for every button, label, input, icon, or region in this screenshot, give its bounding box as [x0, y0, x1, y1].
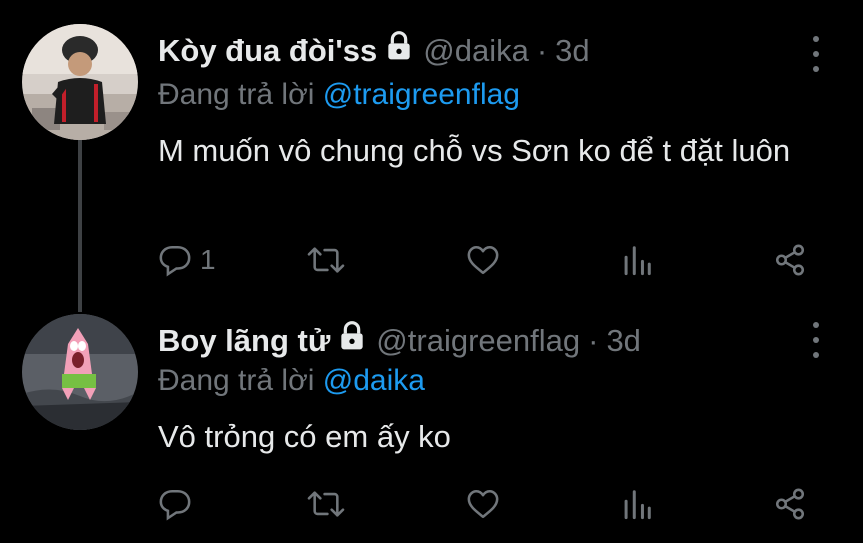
avatar-image	[22, 314, 138, 430]
tweet-1[interactable]: Kòy đua đòi'ss @daika · 3d Đang trả lời …	[0, 0, 863, 290]
retweet-icon	[307, 247, 345, 273]
replying-to-label: Đang trả lời	[158, 364, 315, 397]
share-button[interactable]	[773, 484, 807, 524]
tweet-text: Vô trỏng có em ấy ko	[158, 419, 451, 454]
handle[interactable]: @traigreenflag	[376, 321, 580, 361]
like-button[interactable]	[466, 484, 500, 524]
replying-to-label: Đang trả lời	[158, 78, 315, 111]
share-button[interactable]	[773, 240, 807, 280]
like-button[interactable]	[466, 240, 500, 280]
avatar[interactable]	[22, 24, 138, 140]
tweet-actions: 1	[0, 240, 863, 280]
reply-mention-link[interactable]: @traigreenflag	[323, 78, 520, 111]
analytics-icon	[624, 490, 651, 520]
lock-icon	[336, 320, 368, 362]
lock-icon	[383, 30, 415, 72]
tweet-header: Kòy đua đòi'ss @daika · 3d	[158, 30, 590, 72]
tweet-header: Boy lãng tử @traigreenflag · 3d	[158, 320, 641, 362]
tweet-2[interactable]: Boy lãng tử @traigreenflag · 3d Đang trả…	[0, 290, 863, 543]
tweet-text: M muốn vô chung chỗ vs Sơn ko để t đặt l…	[158, 133, 791, 168]
avatar[interactable]	[22, 314, 138, 430]
reply-count: 1	[200, 244, 216, 275]
share-icon	[775, 244, 805, 276]
separator: ·	[536, 33, 548, 68]
reply-button[interactable]	[158, 484, 200, 524]
replying-to: Đang trả lời @traigreenflag	[158, 78, 520, 112]
replying-to: Đang trả lời @daika	[158, 364, 425, 398]
heart-icon	[467, 489, 499, 519]
display-name[interactable]: Boy lãng tử	[158, 321, 330, 361]
retweet-button[interactable]	[306, 484, 346, 524]
more-vertical-icon[interactable]	[806, 322, 826, 358]
retweet-icon	[307, 491, 345, 517]
tweet-actions	[0, 484, 863, 524]
heart-icon	[467, 245, 499, 275]
reply-icon	[159, 489, 191, 521]
display-name[interactable]: Kòy đua đòi'ss	[158, 31, 377, 71]
timestamp[interactable]: 3d	[606, 321, 640, 361]
retweet-button[interactable]	[306, 240, 346, 280]
timestamp[interactable]: 3d	[555, 31, 589, 71]
analytics-icon	[624, 246, 651, 276]
reply-mention-link[interactable]: @daika	[323, 364, 425, 397]
share-icon	[775, 488, 805, 520]
handle[interactable]: @daika	[423, 31, 529, 71]
analytics-button[interactable]	[622, 240, 652, 280]
analytics-button[interactable]	[622, 484, 652, 524]
avatar-image	[22, 24, 138, 140]
separator: ·	[588, 323, 599, 358]
reply-icon	[159, 245, 191, 277]
more-vertical-icon[interactable]	[806, 36, 826, 72]
reply-button[interactable]: 1	[158, 240, 216, 280]
